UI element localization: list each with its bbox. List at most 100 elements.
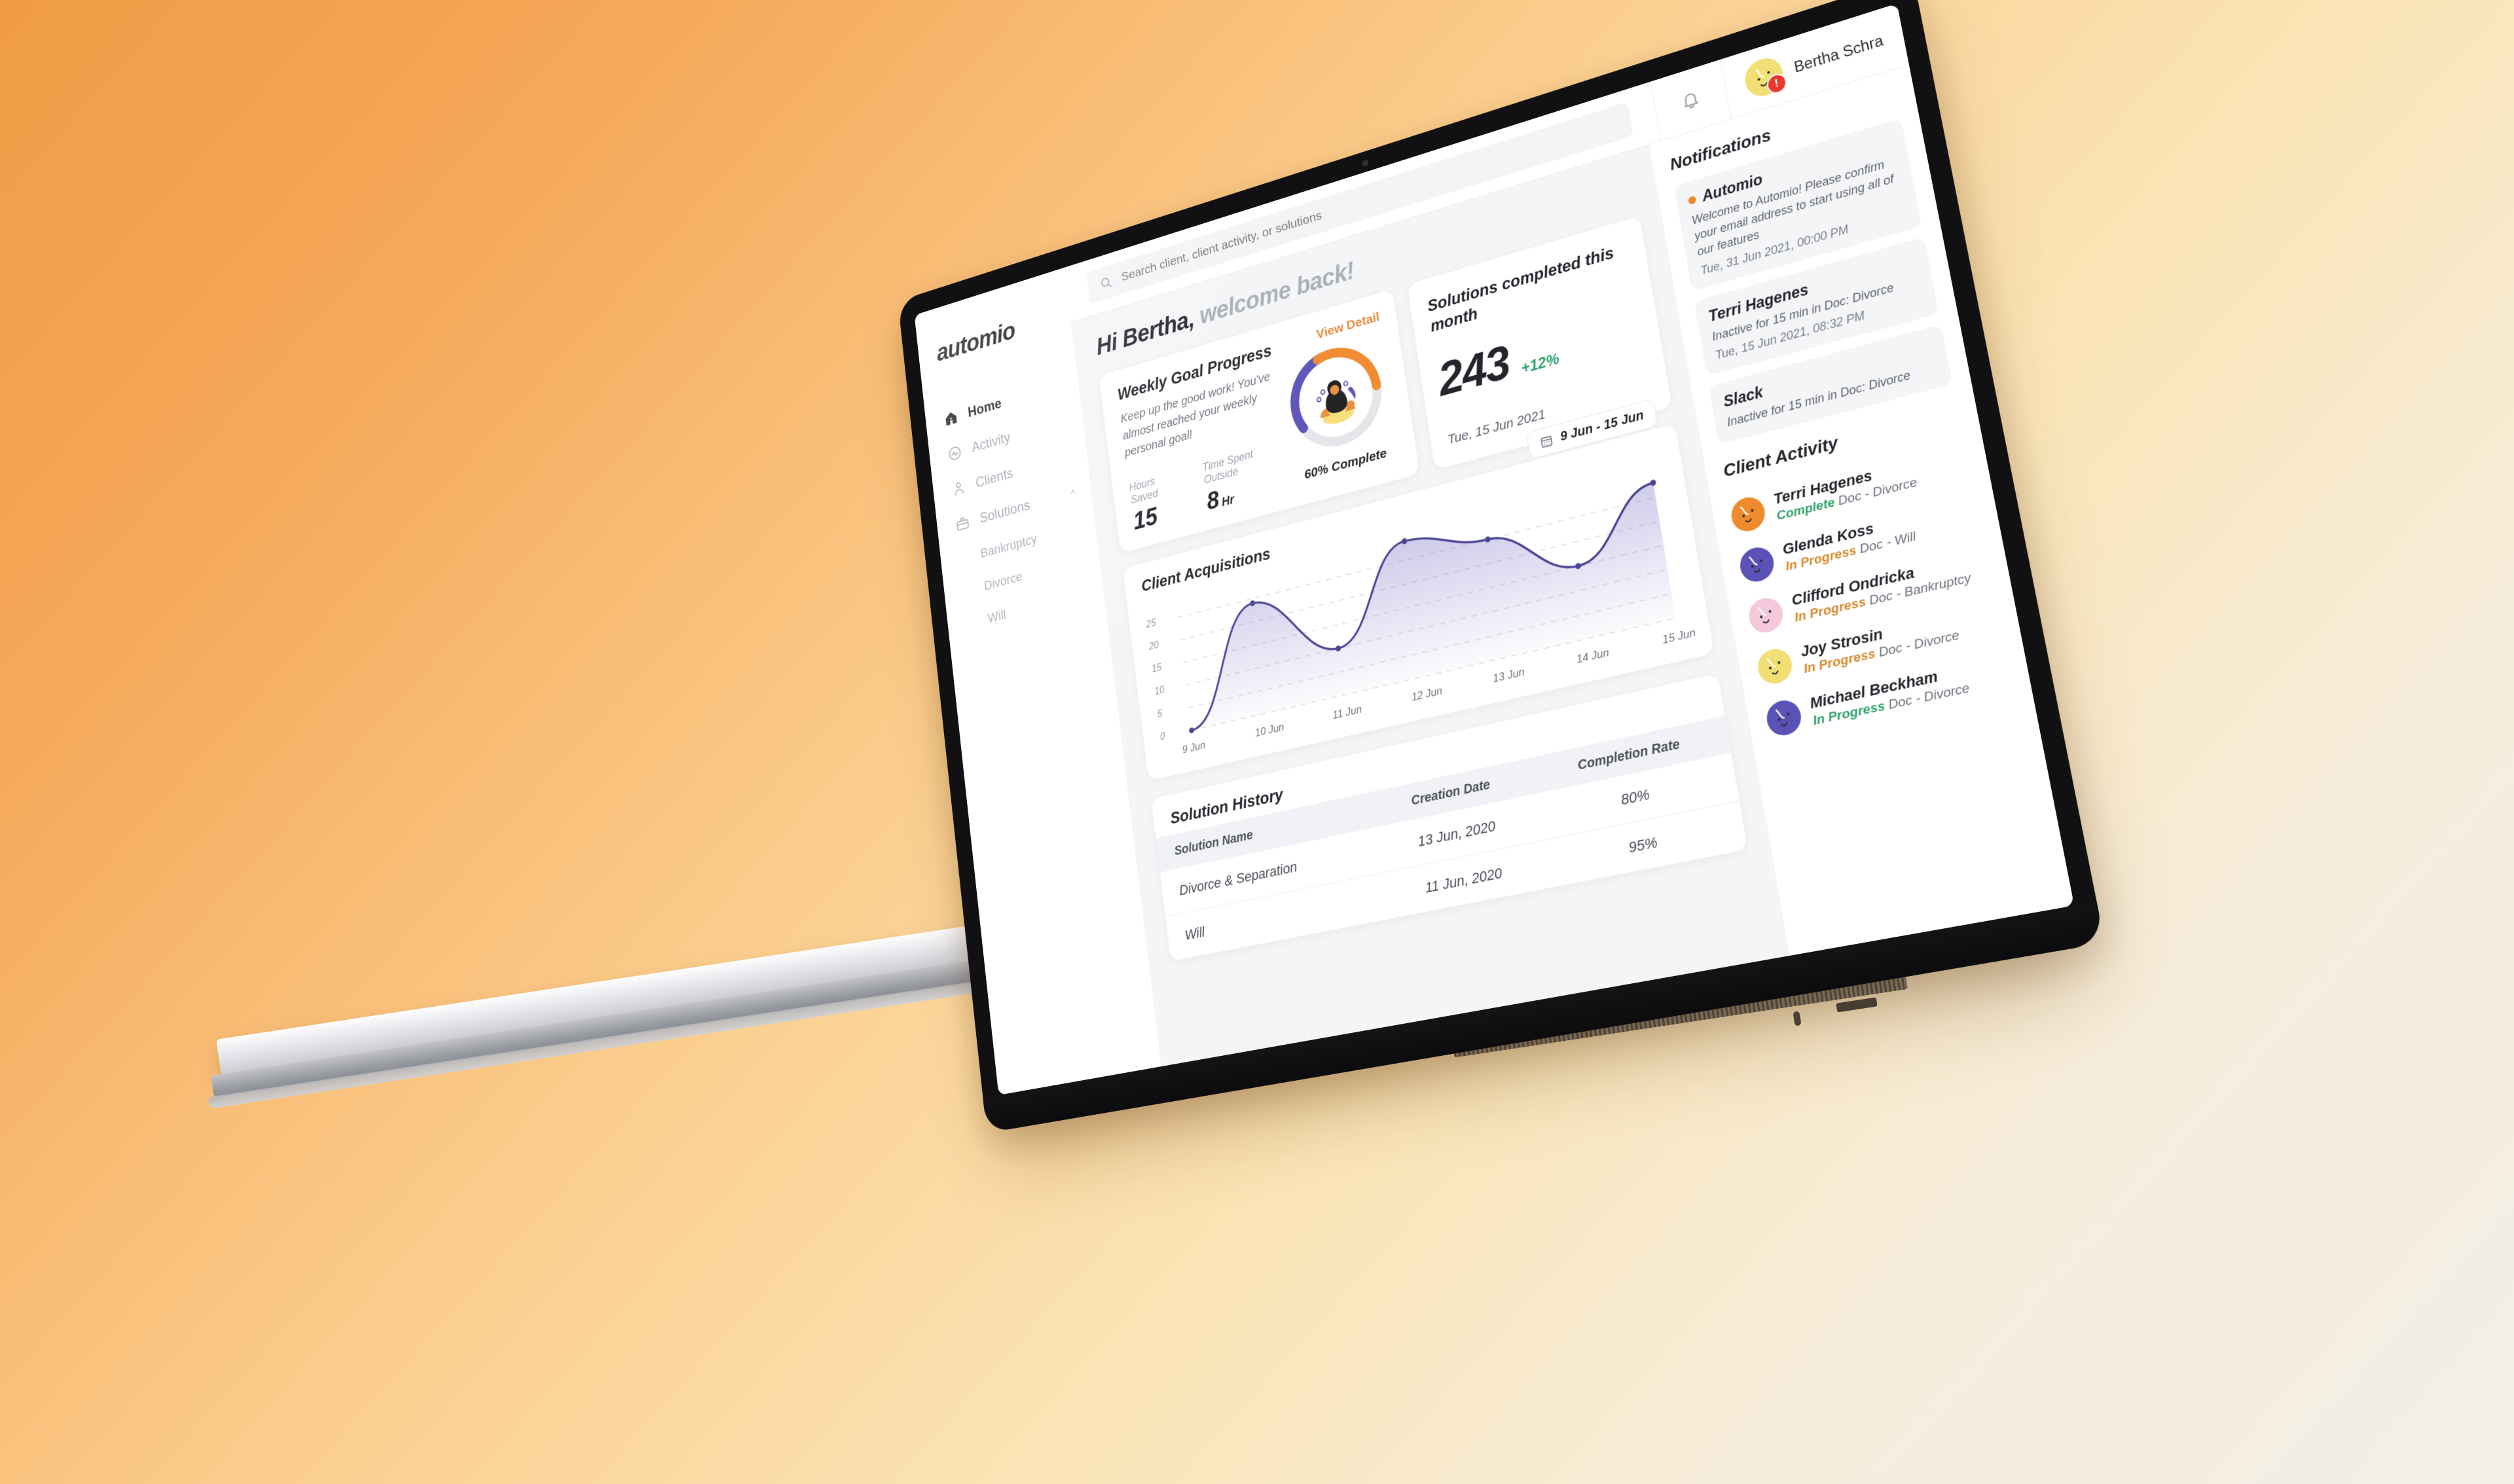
home-icon xyxy=(945,410,957,426)
bell-icon xyxy=(1679,88,1702,112)
laptop-port-slot xyxy=(1836,997,1878,1013)
dashboard-app: automio Home Activity Clients Solutions … xyxy=(914,3,2075,1096)
y-axis-tick: 20 xyxy=(1148,640,1159,653)
avatar xyxy=(1764,697,1804,739)
table-body: Divorce & Separation 13 Jun, 2020 80% Will 1… xyxy=(1159,753,1748,962)
x-axis-tick: 13 Jun xyxy=(1492,665,1525,685)
chevron-up-icon[interactable]: ^ xyxy=(1070,487,1076,501)
list-item[interactable]: Clifford Ondricka In Progress Doc - Bankr… xyxy=(1745,538,1993,644)
client-name: Terri Hagenes xyxy=(1772,466,1874,508)
stat-number: 8 xyxy=(1205,486,1221,516)
date-range-picker[interactable]: 9 Jun - 15 Jun xyxy=(1525,398,1658,460)
x-axis-tick: 15 Jun xyxy=(1661,626,1697,647)
notification-name: Slack xyxy=(1722,338,1934,410)
notification-name-text: Slack xyxy=(1722,383,1764,410)
laptop-mockup: automio Home Activity Clients Solutions … xyxy=(0,0,2514,1484)
sidebar-item-label: Home xyxy=(967,395,1002,421)
status-badge: Complete xyxy=(1775,495,1836,524)
notification-item[interactable]: Automio Welcome to Automio! Please confir… xyxy=(1673,118,1922,291)
status-badge: In Progress xyxy=(1812,698,1887,729)
sidebar-item-label: Clients xyxy=(975,465,1014,492)
calendar-icon xyxy=(1539,433,1554,450)
list-item[interactable]: Glenda Koss In Progress Doc - Will xyxy=(1736,486,1983,594)
avatar xyxy=(1746,594,1786,636)
stat-time-outside: Time Spent Outside 8Hr xyxy=(1201,441,1286,516)
client-name: Clifford Ondricka xyxy=(1790,564,1916,609)
notification-item[interactable]: Slack Inactive for 15 min in Doc: Divorce xyxy=(1708,324,1953,444)
status-badge: ! xyxy=(1765,71,1789,96)
list-item-text: Michael Beckham In Progress Doc - Divorce xyxy=(1808,661,1971,729)
y-axis-tick: 15 xyxy=(1151,662,1163,675)
x-axis-tick: 14 Jun xyxy=(1575,645,1610,666)
notification-name: Terri Hagenes xyxy=(1707,251,1918,325)
list-item-text: Terri Hagenes Complete Doc - Divorce xyxy=(1772,456,1918,524)
client-status-row: In Progress Doc - Divorce xyxy=(1803,628,1961,677)
client-status-row: In Progress Doc - Divorce xyxy=(1812,681,1971,729)
notification-item[interactable]: Terri Hagenes Inactive for 15 min in Doc:… xyxy=(1694,236,1939,376)
avatar: ! xyxy=(1741,53,1789,101)
client-status-row: In Progress Doc - Will xyxy=(1785,529,1918,574)
status-badge: In Progress xyxy=(1793,594,1867,625)
cell-creation-date: 11 Jun, 2020 xyxy=(1379,841,1550,920)
client-status-row: Complete Doc - Divorce xyxy=(1776,475,1918,524)
activity-icon xyxy=(947,443,963,463)
client-activity-list: Terri Hagenes Complete Doc - Divorce Glend… xyxy=(1727,435,2013,748)
y-axis-tick: 10 xyxy=(1154,684,1165,698)
notifications-bell-button[interactable] xyxy=(1650,59,1732,141)
client-doc-label: Doc - Divorce xyxy=(1874,628,1961,661)
cell-completion-rate: 95% xyxy=(1542,801,1748,888)
list-item[interactable]: Terri Hagenes Complete Doc - Divorce xyxy=(1727,435,1973,543)
cell-creation-date: 13 Jun, 2020 xyxy=(1374,794,1542,874)
status-badge: In Progress xyxy=(1784,543,1858,574)
solutions-delta: +12% xyxy=(1520,350,1561,378)
column-header-date: Creation Date xyxy=(1368,757,1535,828)
laptop-lid: automio Home Activity Clients Solutions … xyxy=(898,0,2105,1133)
main-column: ! Bertha Schra Hi Bertha, welcome back! xyxy=(1064,3,2075,1066)
solutions-count: 243 xyxy=(1434,335,1513,406)
search-icon xyxy=(1099,274,1113,291)
briefcase-icon xyxy=(955,514,970,534)
content-area: Hi Bertha, welcome back! Weekly Goal Pro… xyxy=(1071,64,2075,1066)
client-name: Glenda Koss xyxy=(1781,519,1876,558)
avatar-face-icon xyxy=(1741,53,1786,101)
client-doc-label: Doc - Divorce xyxy=(1884,680,1971,714)
notification-timestamp: Tue, 15 Jun 2021, 08:32 PM xyxy=(1714,308,1866,362)
sidebar-item-label: Activity xyxy=(971,429,1011,456)
clients-icon xyxy=(951,479,966,498)
screen-bezel: automio Home Activity Clients Solutions … xyxy=(914,3,2075,1096)
notification-text: Inactive for 15 min in Doc: Divorce xyxy=(1726,368,1912,429)
cell-completion-rate: 80% xyxy=(1535,753,1740,841)
client-name: Joy Strosin xyxy=(1799,624,1884,661)
notification-name: Automio xyxy=(1687,132,1895,209)
client-status-row: In Progress Doc - Bankruptcy xyxy=(1794,571,1973,626)
list-item[interactable]: Joy Strosin In Progress Doc - Divorce xyxy=(1754,590,2003,696)
avatar xyxy=(1738,543,1777,585)
laptop-port-round xyxy=(1793,1011,1802,1026)
notification-text: Inactive for 15 min in Doc: Divorce xyxy=(1711,280,1895,344)
list-item-text: Joy Strosin In Progress Doc - Divorce xyxy=(1799,609,1961,678)
notification-name-text: Terri Hagenes xyxy=(1707,280,1810,325)
client-doc-label: Doc - Divorce xyxy=(1833,475,1919,510)
stat-hours-saved: Hours Saved 15 xyxy=(1129,469,1185,536)
meditation-illustration xyxy=(1315,375,1357,427)
column-header-rate: Completion Rate xyxy=(1529,715,1732,795)
client-name: Michael Beckham xyxy=(1808,667,1939,712)
avatar xyxy=(1755,645,1795,687)
notification-name-text: Automio xyxy=(1700,170,1764,205)
stat-number: 15 xyxy=(1131,502,1159,535)
user-name-label: Bertha Schra xyxy=(1793,31,1885,76)
list-item-text: Clifford Ondricka In Progress Doc - Bankr… xyxy=(1790,551,1972,626)
avatar xyxy=(1728,494,1768,535)
user-menu[interactable]: ! Bertha Schra xyxy=(1722,16,1906,107)
client-activity-section: Client Activity Terri Hagenes Complete Do… xyxy=(1722,402,2014,748)
notification-text: Welcome to Automio! Please confirm your … xyxy=(1690,158,1895,259)
client-doc-label: Doc - Bankruptcy xyxy=(1864,570,1973,609)
stat-unit: Hr xyxy=(1220,492,1235,509)
brand-logo[interactable]: automio xyxy=(918,299,1072,372)
date-range-label: 9 Jun - 15 Jun xyxy=(1559,408,1645,444)
client-doc-label: Doc - Will xyxy=(1855,529,1918,558)
client-activity-title: Client Activity xyxy=(1721,432,1840,481)
status-badge: In Progress xyxy=(1802,646,1877,677)
unread-dot-icon xyxy=(1687,194,1697,205)
list-item[interactable]: Michael Beckham In Progress Doc - Divorce xyxy=(1762,643,2014,748)
